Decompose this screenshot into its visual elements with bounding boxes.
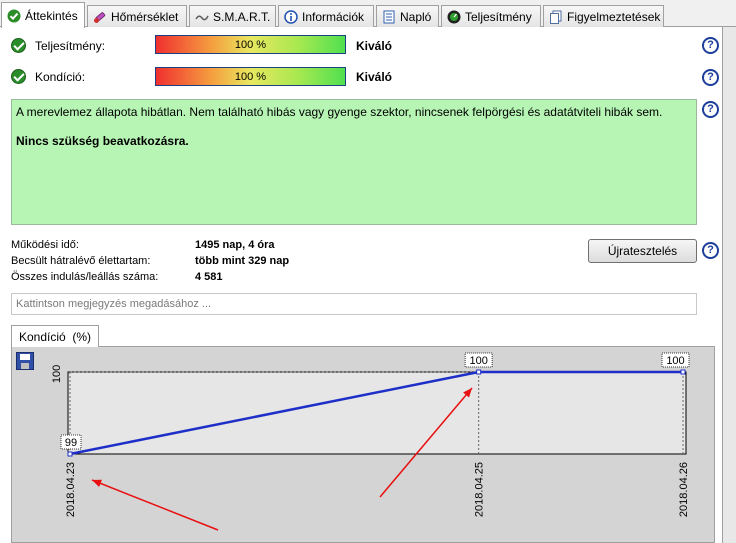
data-point [680,369,686,375]
data-label: 99 [65,437,77,449]
check-icon [7,9,21,23]
y-tick-label: 100 [51,365,63,383]
tab-condition-chart[interactable]: Kondíció (%) [11,325,99,347]
x-tick-label: 2018.04.23 [65,462,77,517]
tab-label: Áttekintés [25,8,78,23]
chart-tab-label: Kondíció (%) [18,329,92,344]
annotation-arrow [91,479,219,531]
annotation-arrowhead [92,479,102,488]
x-tick-label: 2018.04.26 [678,462,690,517]
plot-area [67,371,687,455]
condition-chart: 2018.04.23 2018.04.25 2018.04.26 100 99 100 10… [51,352,690,531]
data-point [476,369,482,375]
x-tick-label: 2018.04.25 [474,462,486,517]
data-label: 100 [666,355,684,367]
data-point [67,451,73,457]
tab-overview[interactable]: Áttekintés [1,2,85,28]
data-label: 100 [469,355,487,367]
